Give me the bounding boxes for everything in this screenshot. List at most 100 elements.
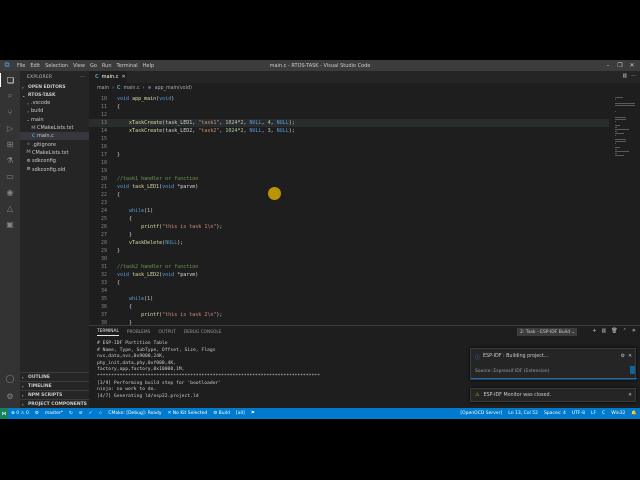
tab-main-c[interactable]: C main.c ✕ xyxy=(89,71,127,83)
menu-run[interactable]: Run xyxy=(102,63,112,69)
cmake-icon[interactable]: △ xyxy=(0,201,20,215)
code-line[interactable]: 28 vTaskDelete(NULL); xyxy=(89,239,609,247)
code-line[interactable]: 23 xyxy=(89,199,609,207)
status-item[interactable]: ↻ xyxy=(66,411,76,416)
tree-item[interactable]: ⚙ sdkconfig xyxy=(20,157,89,165)
close-icon[interactable]: ✕ xyxy=(626,62,638,69)
chevron-up-icon[interactable]: ⌃ xyxy=(623,328,627,334)
restore-icon[interactable]: ❐ xyxy=(614,62,626,69)
code-line[interactable]: 30 xyxy=(89,255,609,263)
tab-output[interactable]: OUTPUT xyxy=(158,330,176,335)
terminal-select[interactable]: 2: Task - ESP-IDF Build ⌄ xyxy=(517,328,577,336)
more-actions-icon[interactable]: ··· xyxy=(80,75,85,80)
extensions-icon[interactable]: ⊞ xyxy=(0,137,20,151)
menu-help[interactable]: Help xyxy=(143,63,154,69)
code-line[interactable]: 27 } xyxy=(89,231,609,239)
code-line[interactable]: 24 while(1) xyxy=(89,207,609,215)
tree-item[interactable]: M CMakeLists.txt xyxy=(20,124,89,132)
status-item[interactable]: [OpenOCD Server] xyxy=(457,411,505,416)
gear-icon[interactable]: ⚙ xyxy=(621,354,625,359)
status-item[interactable]: ⚑ xyxy=(248,411,258,416)
section-project-components[interactable]: › PROJECT COMPONENTS xyxy=(20,399,89,408)
status-item[interactable]: C xyxy=(599,411,608,416)
bell-icon[interactable]: 🔔 xyxy=(628,411,640,416)
status-item[interactable]: ⚙ xyxy=(32,411,42,416)
breadcrumb-file[interactable]: main.c xyxy=(123,86,139,91)
close-icon[interactable]: ✕ xyxy=(628,354,632,359)
minimap[interactable] xyxy=(609,95,637,325)
code-line[interactable]: 11 { xyxy=(89,103,609,111)
code-line[interactable]: 19 xyxy=(89,167,609,175)
menu-terminal[interactable]: Terminal xyxy=(117,63,138,69)
tree-item[interactable]: Cmain.c xyxy=(20,132,89,141)
close-icon[interactable]: ✕ xyxy=(628,393,632,398)
section-timeline[interactable]: › TIMELINE xyxy=(20,381,89,390)
tab-debug-console[interactable]: DEBUG CONSOLE xyxy=(184,330,222,335)
testing-icon[interactable]: ⚗ xyxy=(0,153,20,167)
code-line[interactable]: 26 printf("this is task 1\n"); xyxy=(89,223,609,231)
menu-go[interactable]: Go xyxy=(90,63,97,69)
code-line[interactable]: 15 xyxy=(89,135,609,143)
status-item[interactable]: Ln 13, Col 52 xyxy=(505,411,541,416)
status-item[interactable]: ⊗ 0 ⚠ 0 xyxy=(8,411,32,416)
status-item[interactable]: Spaces: 4 xyxy=(541,411,569,416)
account-icon[interactable]: ◯ xyxy=(0,371,20,385)
terminal-output[interactable]: # ESP-IDF Partition Table # Name, Type, S… xyxy=(97,341,477,400)
menu-selection[interactable]: Selection xyxy=(45,63,68,69)
status-item[interactable]: ⊘ xyxy=(76,411,86,416)
code-line[interactable]: 37 printf("this is task 2\n"); xyxy=(89,311,609,319)
status-item[interactable]: master* xyxy=(42,411,66,416)
tree-item[interactable]: › .vscode xyxy=(20,99,89,107)
code-line[interactable]: 18 xyxy=(89,159,609,167)
project-section[interactable]: ⌄ RTOS-TASK xyxy=(20,91,89,99)
minimize-icon[interactable]: – xyxy=(602,62,614,69)
code-line[interactable]: 33 { xyxy=(89,279,609,287)
status-item[interactable]: [all] xyxy=(233,411,248,416)
code-line[interactable]: 10 void app_main(void) xyxy=(89,95,609,103)
run-debug-icon[interactable]: ▷ xyxy=(0,121,20,135)
breadcrumb-folder[interactable]: main xyxy=(97,86,109,91)
code-line[interactable]: 25 { xyxy=(89,215,609,223)
trash-icon[interactable]: 🗑 xyxy=(611,328,617,334)
status-item[interactable]: ✓ xyxy=(86,411,96,416)
code-line[interactable]: 29} xyxy=(89,247,609,255)
panel-icon[interactable]: ▣ xyxy=(0,217,20,231)
close-panel-icon[interactable]: ✕ xyxy=(632,328,636,334)
menu-edit[interactable]: Edit xyxy=(30,63,40,69)
code-line[interactable]: 31 //task2 handler or function xyxy=(89,263,609,271)
remote-explorer-icon[interactable]: ▭ xyxy=(0,169,20,183)
tree-item[interactable]: ◆ .gitignore xyxy=(20,140,89,148)
menu-file[interactable]: File xyxy=(17,63,25,69)
split-terminal-icon[interactable]: ▥ xyxy=(602,328,607,334)
code-line[interactable]: 16 xyxy=(89,143,609,151)
new-terminal-icon[interactable]: + xyxy=(592,328,596,334)
status-item[interactable]: CMake: [Debug]: Ready xyxy=(105,411,164,416)
search-icon[interactable]: ⌕ xyxy=(0,89,20,103)
tree-item[interactable]: M CMakeLists.txt xyxy=(20,149,89,157)
code-line[interactable]: 21 void task_LED1(void *parvm) xyxy=(89,183,609,191)
code-line[interactable]: 32 void task_LED2(void *parvm) xyxy=(89,271,609,279)
code-line[interactable]: 36 { xyxy=(89,303,609,311)
status-item[interactable]: UTF-8 xyxy=(569,411,588,416)
tab-problems[interactable]: PROBLEMS xyxy=(127,330,150,335)
split-editor-icon[interactable]: ▥ xyxy=(622,73,627,79)
notification-action-button[interactable] xyxy=(630,366,635,374)
breadcrumb-symbol[interactable]: app_main(void) xyxy=(155,86,192,91)
status-item[interactable]: ✕ No Kit Selected xyxy=(165,411,211,416)
code-line[interactable]: 17} xyxy=(89,151,609,159)
close-tab-icon[interactable]: ✕ xyxy=(122,74,126,80)
code-editor[interactable]: 10 void app_main(void) 11{12 13 xTaskCreate… xyxy=(89,95,609,325)
espressif-icon[interactable]: ◉ xyxy=(0,185,20,199)
code-line[interactable]: 34 xyxy=(89,287,609,295)
tree-item[interactable]: ⚙ sdkconfig.old xyxy=(20,165,89,173)
remote-indicator-icon[interactable]: ⋈ xyxy=(0,408,8,419)
code-line[interactable]: 14 xTaskCreate(task_LED2, "task2", 1024*… xyxy=(89,127,609,135)
status-item[interactable]: LF xyxy=(588,411,599,416)
status-item[interactable]: ⚙ Build xyxy=(210,411,233,416)
tab-terminal[interactable]: TERMINAL xyxy=(97,329,119,336)
tree-item[interactable]: ⌄ main xyxy=(20,116,89,124)
more-icon[interactable]: ··· xyxy=(631,73,636,79)
source-control-icon[interactable]: ⑂ xyxy=(0,105,20,119)
code-line[interactable]: 12 xyxy=(89,111,609,119)
explorer-icon[interactable]: ❏ xyxy=(0,73,20,87)
